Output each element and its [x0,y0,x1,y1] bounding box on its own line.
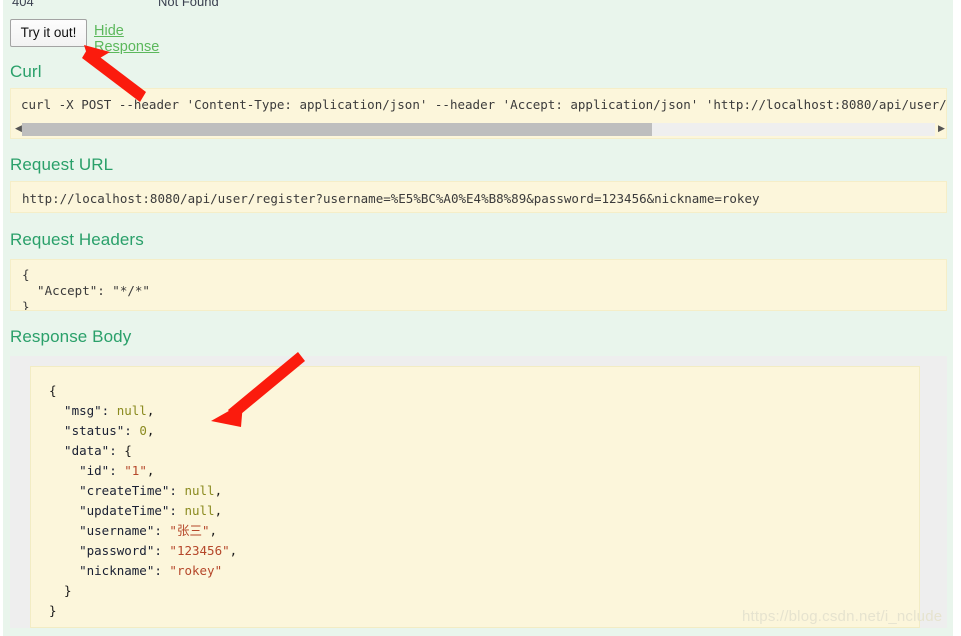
request-url-box: http://localhost:8080/api/user/register?… [10,181,947,213]
curl-section-title: Curl [10,62,42,81]
curl-command-text: curl -X POST --header 'Content-Type: app… [21,97,947,112]
json-key: "status": [49,423,140,438]
watermark-text: https://blog.csdn.net/i_nclude [742,608,943,625]
json-comma: , [229,543,238,558]
json-comma: , [146,463,155,478]
json-punctuation: } [49,583,72,598]
json-key: "nickname": [49,563,170,578]
right-page-margin [953,0,961,636]
curl-horizontal-scrollbar[interactable]: ◀ ▶ [10,120,947,139]
curl-command-box: curl -X POST --header 'Content-Type: app… [10,88,947,120]
json-line: "msg": null, [49,401,919,421]
json-value: null [184,483,215,498]
json-key: "msg": [49,403,117,418]
json-key: "updateTime": [49,503,185,518]
json-key: "data": [49,443,125,458]
json-value: "123456" [169,543,230,558]
json-key: "username": [49,523,170,538]
json-value: 0 [139,423,147,438]
json-comma: , [214,483,223,498]
request-headers-box: { "Accept": "*/*" } [10,259,947,311]
response-body-section-title: Response Body [10,327,132,346]
swagger-response-panel: 404 Not Found Try it out! Hide Response … [0,0,961,636]
response-status-line: 404 Not Found [0,0,953,12]
scroll-right-arrow-icon[interactable]: ▶ [936,123,947,136]
status-text: Not Found [158,0,219,9]
json-key: "createTime": [49,483,185,498]
status-code: 404 [12,0,34,9]
json-key: "id": [49,463,125,478]
json-line: { [49,381,919,401]
json-key: "password": [49,543,170,558]
hide-response-link[interactable]: Hide Response [94,23,159,55]
json-line: "nickname": "rokey" [49,561,919,581]
try-it-out-button[interactable]: Try it out! [10,19,87,47]
json-value: null [184,503,215,518]
json-line: "username": "张三", [49,521,919,541]
json-value: "张三" [169,523,210,538]
json-line: "data": { [49,441,919,461]
json-punctuation: { [49,383,57,398]
json-comma: , [209,523,218,538]
json-line: "updateTime": null, [49,501,919,521]
json-comma: , [146,423,155,438]
json-comma: , [146,403,155,418]
json-line: "status": 0, [49,421,919,441]
json-line: "id": "1", [49,461,919,481]
response-body-container: { "msg": null, "status": 0, "data": { "i… [10,356,947,628]
response-body-json: { "msg": null, "status": 0, "data": { "i… [30,366,920,628]
json-punctuation: } [49,603,57,618]
request-url-section-title: Request URL [10,155,114,174]
json-value: { [124,443,132,458]
scrollbar-track[interactable] [22,123,935,136]
json-comma: , [214,503,223,518]
scrollbar-thumb[interactable] [22,123,652,136]
json-line: "createTime": null, [49,481,919,501]
left-page-margin [0,0,3,636]
json-value: "rokey" [169,563,223,578]
json-line: "password": "123456", [49,541,919,561]
request-headers-section-title: Request Headers [10,230,144,249]
json-value: null [116,403,147,418]
json-line: } [49,581,919,601]
json-value: "1" [124,463,147,478]
